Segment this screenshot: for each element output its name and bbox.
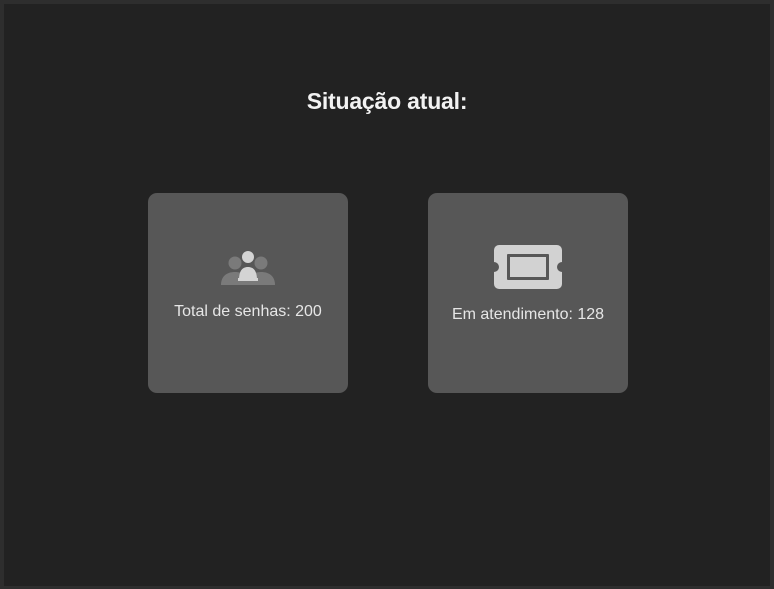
ticket-icon [428, 245, 628, 289]
in-service-label: Em atendimento: 128 [451, 306, 605, 323]
in-service-card[interactable]: Em atendimento: 128 [428, 193, 628, 393]
total-tickets-label: Total de senhas: 200 [174, 303, 322, 320]
total-tickets-card[interactable]: Total de senhas: 200 [148, 193, 348, 393]
users-group-icon [148, 247, 348, 287]
dashboard-screen: Situação atual: Total de senhas: 200 Em … [4, 4, 770, 586]
page-title: Situação atual: [306, 88, 468, 114]
